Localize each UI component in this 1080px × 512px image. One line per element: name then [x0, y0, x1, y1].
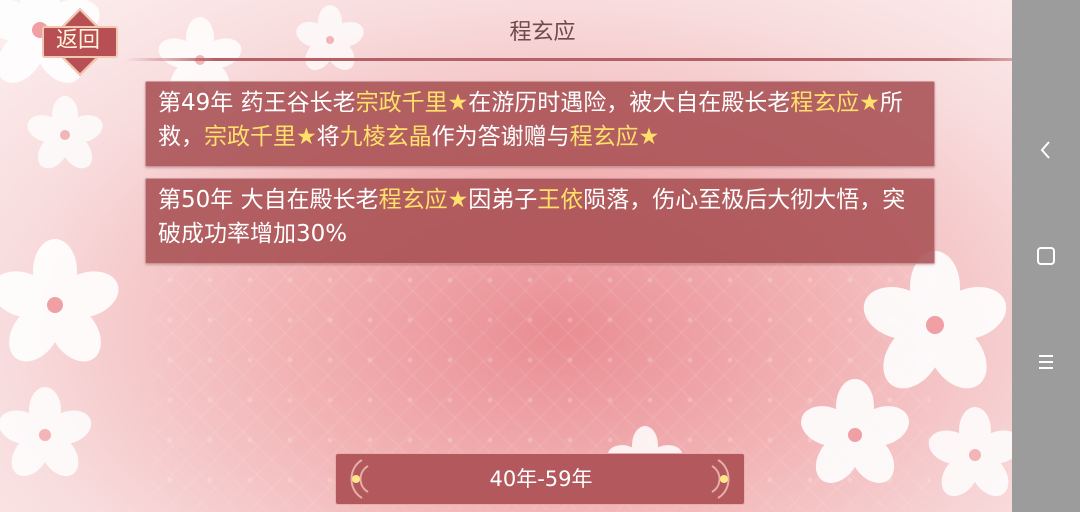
next-page-arrow-icon[interactable]	[700, 456, 742, 502]
period-label: 40年-59年	[489, 467, 593, 491]
event-card: 第50年 大自在殿长老程玄应★因弟子王依陨落，伤心至极后大彻大悟，突破成功率增加…	[145, 178, 935, 264]
period-selector: 40年-59年	[335, 453, 745, 505]
event-text: 第49年 药王谷长老	[158, 90, 356, 116]
event-text: 因弟子	[468, 187, 538, 213]
highlight-name: 宗政千里★	[204, 124, 317, 150]
flower-decoration	[801, 379, 909, 483]
page-title: 程玄应	[509, 20, 576, 45]
menu-icon	[1039, 355, 1053, 369]
highlight-name: 程玄应★	[378, 187, 469, 213]
event-text: 在游历时遇险，被大自在殿长老	[468, 90, 791, 116]
flower-decoration	[0, 387, 92, 477]
highlight-name: 宗政千里★	[355, 90, 469, 116]
event-text: 将	[316, 124, 340, 150]
system-home-button[interactable]	[1012, 236, 1080, 276]
event-text: 作为答谢赠与	[431, 124, 570, 150]
highlight-name: 程玄应★	[569, 124, 660, 150]
system-nav-bar	[1012, 0, 1080, 512]
flower-decoration	[27, 96, 103, 169]
flower-decoration	[0, 239, 119, 362]
home-icon	[1037, 247, 1055, 265]
back-icon	[1040, 141, 1050, 159]
system-menu-button[interactable]	[1012, 342, 1080, 382]
title-divider	[125, 58, 1037, 61]
highlight-name: 王依	[537, 187, 584, 213]
back-button[interactable]: 返回	[36, 8, 120, 76]
back-button-label: 返回	[55, 28, 100, 53]
flower-decoration	[928, 407, 1012, 497]
system-back-button[interactable]	[1012, 130, 1080, 170]
event-text: 第50年 大自在殿长老	[158, 187, 379, 213]
event-card: 第49年 药王谷长老宗政千里★在游历时遇险，被大自在殿长老程玄应★所救，宗政千里…	[145, 81, 935, 167]
highlight-name: 程玄应★	[790, 90, 880, 116]
highlight-name: 九棱玄晶	[339, 124, 432, 150]
